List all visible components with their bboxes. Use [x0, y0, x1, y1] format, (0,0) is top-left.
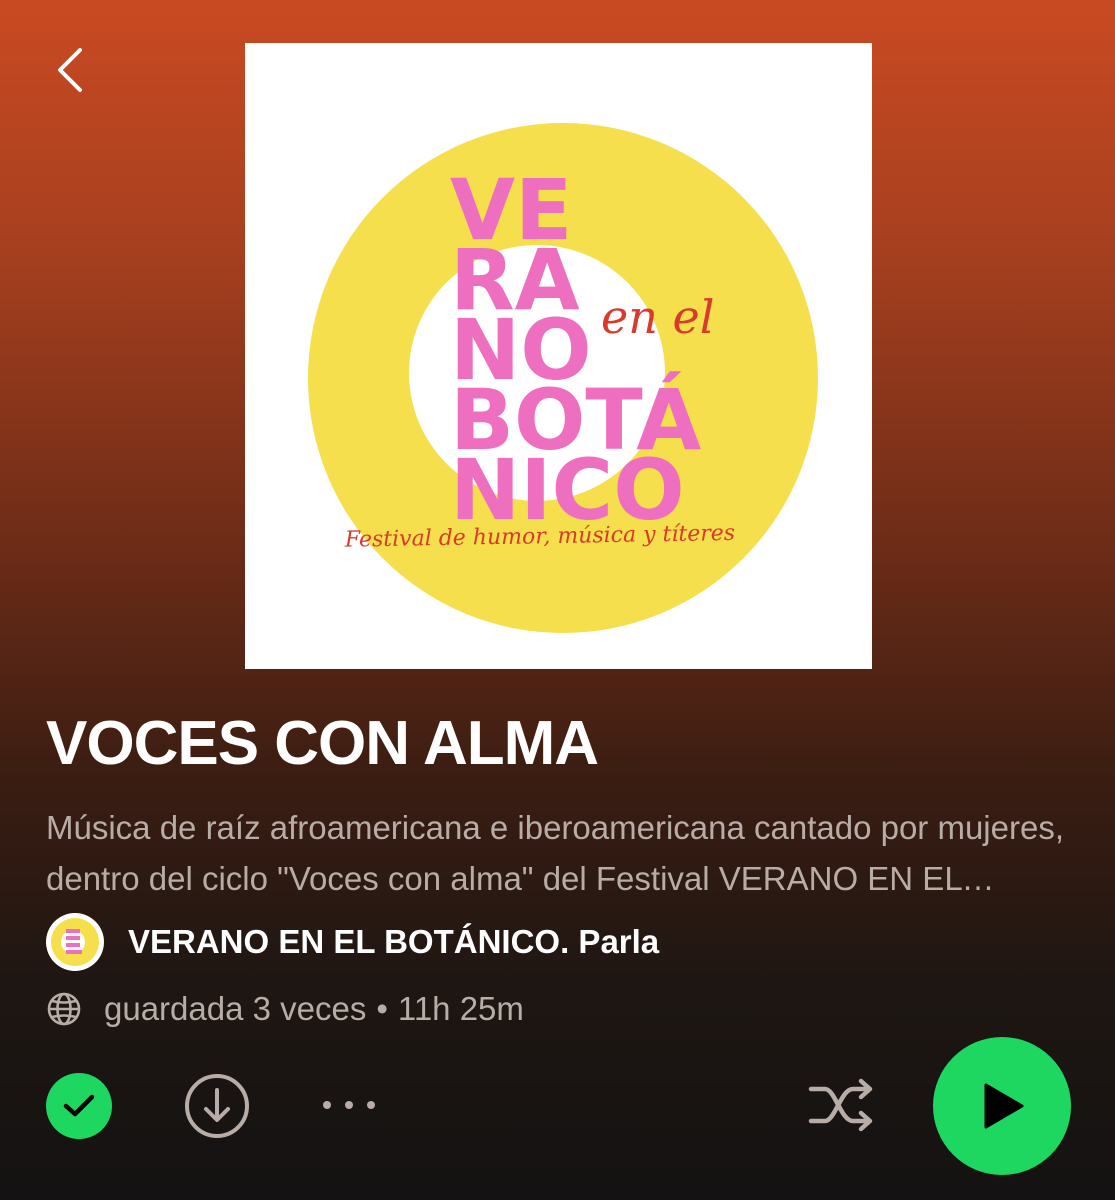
download-icon [185, 1074, 249, 1138]
action-bar [0, 1037, 1115, 1175]
more-icon [323, 1101, 375, 1109]
play-icon [984, 1083, 1024, 1129]
save-count: guardada 3 veces [104, 990, 367, 1027]
download-button[interactable] [183, 1072, 251, 1140]
playlist-description: Música de raíz afroamericana e iberoamer… [46, 809, 1065, 897]
owner-avatar [46, 913, 104, 971]
playlist-title: VOCES CON ALMA [46, 709, 599, 778]
back-button[interactable] [40, 40, 100, 100]
chevron-left-icon [58, 48, 82, 92]
cover-artwork: VE RA NO BOTÁ NICO en el Festival de hum… [245, 43, 872, 669]
saved-button[interactable] [46, 1073, 112, 1139]
cover-script-text: en el [601, 290, 714, 344]
owner-name: VERANO EN EL BOTÁNICO. Parla [128, 923, 660, 960]
playlist-meta: guardada 3 veces • 11h 25m [46, 990, 524, 1028]
playlist-cover: VE RA NO BOTÁ NICO en el Festival de hum… [245, 43, 872, 669]
shuffle-button[interactable] [806, 1073, 878, 1137]
playlist-duration: 11h 25m [397, 990, 524, 1027]
owner-link[interactable]: VERANO EN EL BOTÁNICO. Parla [46, 913, 659, 971]
play-button[interactable] [933, 1037, 1071, 1175]
globe-icon [47, 992, 81, 1026]
shuffle-icon [808, 1078, 873, 1132]
check-icon [63, 1094, 95, 1117]
more-options-button[interactable] [316, 1085, 382, 1125]
meta-separator: • [376, 990, 388, 1027]
